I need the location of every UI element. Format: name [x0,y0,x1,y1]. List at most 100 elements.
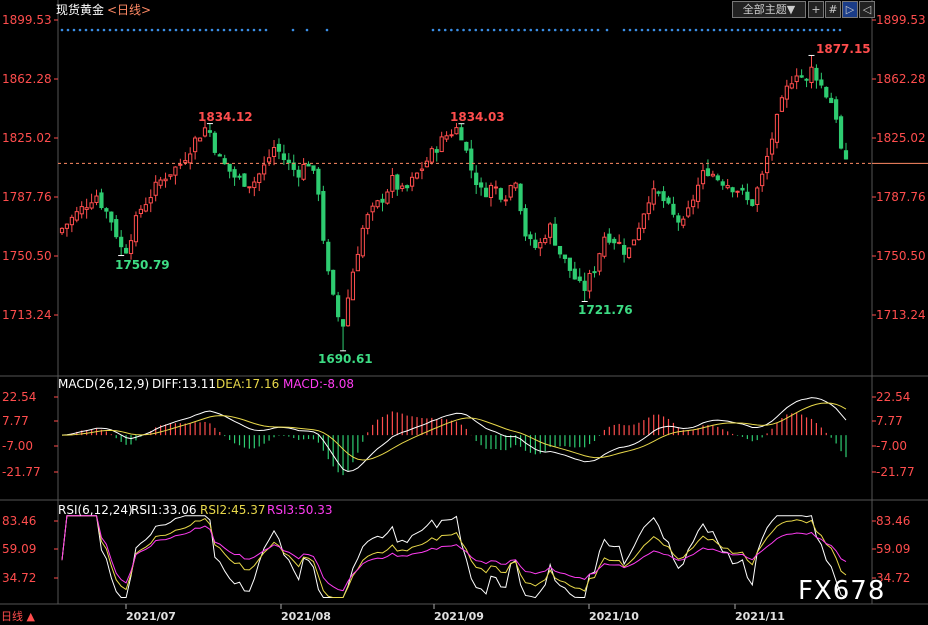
candle [735,190,740,193]
candle [725,185,730,189]
signal-dot [658,28,662,32]
rsi-tick-left: 34.72 [2,571,37,585]
candle [409,176,415,187]
signal-dot [84,28,88,32]
signal-dot [234,28,238,32]
candle [666,197,671,204]
candle [829,97,834,104]
candle [262,164,267,175]
y-tick-right: 1713.24 [876,308,926,322]
candle [814,67,819,81]
candle [429,148,434,163]
candle [843,150,849,160]
candle [193,137,198,153]
candle [612,238,617,244]
signal-dot [832,28,836,32]
candle [424,160,429,168]
macd-diff-value: DIFF:13.11 [152,377,217,391]
signal-dot [742,28,746,32]
candle [380,198,385,203]
candle [518,183,523,212]
candle [750,199,755,206]
period-label[interactable]: <日线> [107,3,151,17]
signal-dot [264,28,268,32]
signal-dot [462,28,465,32]
next-icon[interactable]: ▷ [842,1,858,18]
signal-dot [132,28,136,32]
candle [656,191,661,194]
candle [242,173,247,187]
x-tick: 2021/11 [735,610,785,623]
candle [291,162,296,170]
candle [326,241,331,272]
candle [64,223,70,229]
signal-dot [456,28,459,32]
macd-tick-left: -21.77 [2,465,41,479]
signal-dot [144,28,148,32]
signal-dot [258,28,262,32]
y-tick-left: 1825.02 [2,131,52,145]
candle [483,187,489,198]
candle [819,79,824,86]
candle [676,215,681,223]
candle [774,113,780,143]
rsi-tick-right: 59.09 [876,542,911,556]
candle [178,163,183,166]
candle [84,207,89,210]
candle [572,268,577,280]
plus-icon[interactable]: + [808,1,824,18]
candle [439,136,444,153]
grid-icon[interactable]: # [825,1,841,18]
signal-dot [736,28,740,32]
y-tick-left: 1713.24 [2,308,52,322]
y-tick-left: 1862.28 [2,72,52,86]
candle [720,181,725,186]
macd-dea-line [61,402,847,461]
signal-dot [628,28,632,32]
signal-dot [443,28,447,32]
signal-dot [228,28,232,32]
signal-dot [529,28,533,32]
macd-diff-line [61,397,847,472]
candle [114,219,119,238]
chart-canvas[interactable] [0,0,928,625]
candle [133,215,139,243]
candle [419,168,425,171]
signal-dot [511,28,514,32]
signal-dot [492,28,496,32]
candle [252,181,257,189]
candle [548,223,553,238]
candle [449,134,454,137]
candle [710,173,715,177]
candle [296,169,301,178]
period-footer[interactable]: 日线 ▲ [1,610,35,624]
macd-dea-value: DEA:17.16 [216,377,280,391]
candle [705,168,711,177]
candle [444,135,449,140]
candle [163,178,168,182]
candle [474,172,479,186]
candle [405,185,410,189]
theme-dropdown[interactable]: 全部主题▼ [732,1,806,18]
signal-dot [168,28,172,32]
prev-icon[interactable]: ◁ [859,1,875,18]
signal-dot [222,28,226,32]
candle [212,132,217,153]
watermark-logo: FX678 [798,576,886,606]
candle [730,187,735,193]
signal-dot [162,28,166,32]
candle [385,191,390,204]
signal-dot [694,28,698,32]
candle [434,149,439,153]
signal-dot [590,28,594,32]
x-tick: 2021/07 [126,610,176,623]
candle [700,170,706,185]
signal-dot [826,28,830,32]
candle [755,187,760,205]
signal-dot [174,28,178,32]
signal-dot [784,28,788,32]
macd-tick-left: -7.00 [2,439,34,453]
signal-dot [772,28,776,32]
macd-tick-right: 22.54 [876,390,911,404]
candle [562,254,568,259]
